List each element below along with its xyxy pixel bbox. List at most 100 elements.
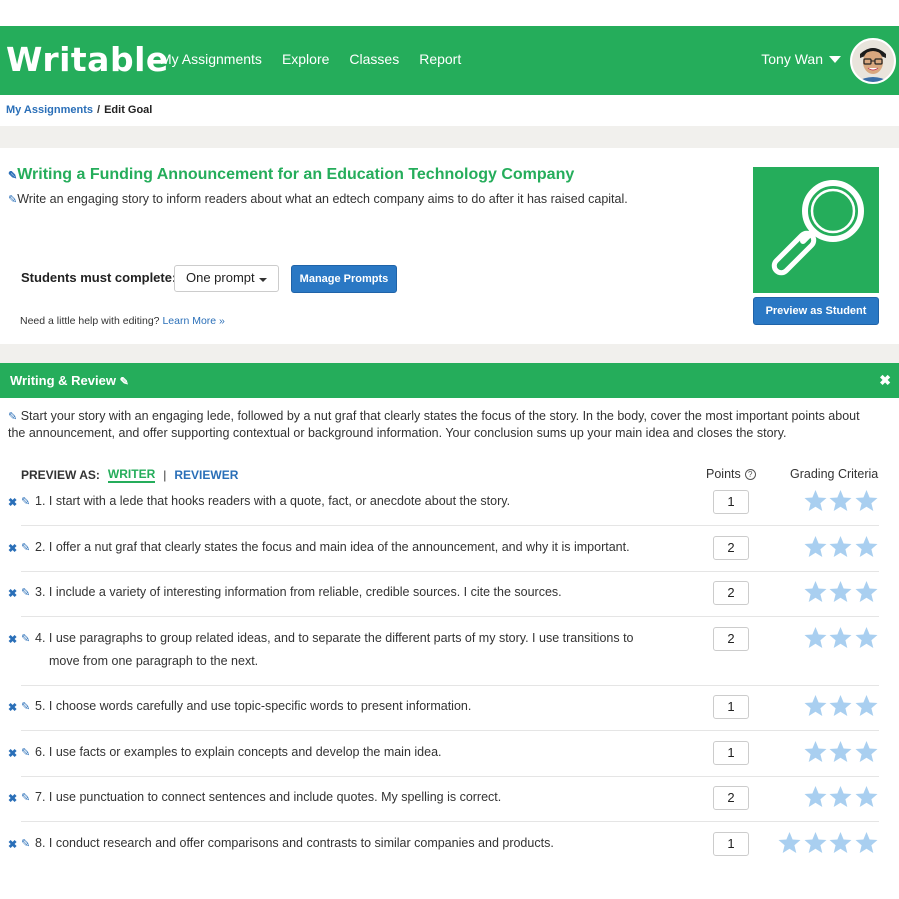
grading-stars[interactable]: [803, 694, 880, 718]
points-input[interactable]: 1: [713, 741, 749, 765]
learn-more-link[interactable]: Learn More »: [162, 315, 224, 327]
points-input[interactable]: 2: [713, 536, 749, 560]
breadcrumb-separator: /: [97, 104, 101, 116]
must-complete-label: Students must complete:: [21, 270, 177, 285]
star-icon[interactable]: [828, 785, 853, 809]
delete-icon[interactable]: ✖: [8, 542, 17, 555]
goal-title[interactable]: ✎Writing a Funding Announcement for an E…: [8, 166, 574, 184]
criterion-text: 5. I choose words carefully and use topi…: [35, 695, 665, 718]
pencil-icon[interactable]: ✎: [8, 169, 17, 182]
preview-as-student-button[interactable]: Preview as Student: [753, 297, 879, 325]
must-complete-select[interactable]: One prompt: [174, 265, 279, 292]
grading-stars[interactable]: [803, 785, 880, 809]
pencil-icon[interactable]: ✎: [21, 700, 30, 713]
criterion-text-line: 6. I use facts or examples to explain co…: [35, 745, 442, 759]
grading-stars[interactable]: [803, 535, 880, 559]
pencil-icon[interactable]: ✎: [21, 791, 30, 804]
pencil-icon[interactable]: ✎: [8, 409, 17, 425]
points-input[interactable]: 1: [713, 695, 749, 719]
delete-icon[interactable]: ✖: [8, 838, 17, 851]
nav-explore[interactable]: Explore: [282, 51, 329, 67]
grading-stars[interactable]: [803, 626, 880, 650]
criterion-text: 4. I use paragraphs to group related ide…: [35, 627, 665, 673]
avatar[interactable]: [850, 38, 896, 84]
nav-my-assignments[interactable]: My Assignments: [160, 51, 262, 67]
points-input[interactable]: 1: [713, 490, 749, 514]
star-icon[interactable]: [828, 694, 853, 718]
star-icon[interactable]: [854, 831, 879, 855]
close-icon[interactable]: ✖: [879, 372, 891, 389]
row-divider: [21, 685, 879, 686]
pencil-icon[interactable]: ✎: [21, 746, 30, 759]
criterion-text: 6. I use facts or examples to explain co…: [35, 741, 665, 764]
star-icon[interactable]: [803, 831, 828, 855]
help-circle-icon[interactable]: ?: [744, 468, 756, 480]
nav-classes[interactable]: Classes: [349, 51, 399, 67]
star-icon[interactable]: [803, 694, 828, 718]
star-icon[interactable]: [803, 535, 828, 559]
star-icon[interactable]: [777, 831, 802, 855]
pencil-icon[interactable]: ✎: [21, 837, 30, 850]
points-input[interactable]: 2: [713, 786, 749, 810]
delete-icon[interactable]: ✖: [8, 747, 17, 760]
star-icon[interactable]: [854, 489, 879, 513]
writable-logo[interactable]: Writable: [6, 40, 169, 79]
star-icon[interactable]: [854, 580, 879, 604]
main-nav: My Assignments Explore Classes Report: [160, 51, 481, 67]
grading-stars[interactable]: [803, 489, 880, 513]
pencil-icon[interactable]: ✎: [21, 495, 30, 508]
star-icon[interactable]: [803, 580, 828, 604]
delete-icon[interactable]: ✖: [8, 587, 17, 600]
goal-description[interactable]: ✎Write an engaging story to inform reade…: [8, 192, 628, 206]
star-icon[interactable]: [828, 580, 853, 604]
star-icon[interactable]: [803, 489, 828, 513]
pencil-icon[interactable]: ✎: [21, 586, 30, 599]
star-icon[interactable]: [854, 626, 879, 650]
section-divider: [0, 126, 899, 148]
points-input[interactable]: 2: [713, 627, 749, 651]
breadcrumb-my-assignments[interactable]: My Assignments: [6, 104, 93, 116]
star-icon[interactable]: [854, 535, 879, 559]
writing-review-title[interactable]: Writing & Review ✎: [10, 373, 129, 388]
grading-stars[interactable]: [803, 580, 880, 604]
row-divider: [21, 616, 879, 617]
delete-icon[interactable]: ✖: [8, 701, 17, 714]
star-icon[interactable]: [828, 740, 853, 764]
pencil-icon[interactable]: ✎: [120, 376, 129, 388]
star-icon[interactable]: [854, 785, 879, 809]
star-icon[interactable]: [828, 489, 853, 513]
nav-report[interactable]: Report: [419, 51, 461, 67]
row-divider: [21, 776, 879, 777]
points-input[interactable]: 1: [713, 832, 749, 856]
criterion-text: 2. I offer a nut graf that clearly state…: [35, 536, 665, 559]
star-icon[interactable]: [828, 626, 853, 650]
grading-stars[interactable]: [803, 740, 880, 764]
criterion-text-line: 8. I conduct research and offer comparis…: [35, 836, 554, 850]
star-icon[interactable]: [828, 535, 853, 559]
criterion-text: 3. I include a variety of interesting in…: [35, 581, 665, 604]
star-icon[interactable]: [828, 831, 853, 855]
star-icon[interactable]: [803, 785, 828, 809]
preview-reviewer-tab[interactable]: REVIEWER: [174, 468, 238, 482]
caret-down-icon: [259, 278, 267, 282]
criterion-text-line: 2. I offer a nut graf that clearly state…: [35, 540, 630, 554]
criterion-text-line: move from one paragraph to the next.: [49, 654, 259, 668]
star-icon[interactable]: [803, 740, 828, 764]
preview-writer-tab[interactable]: WRITER: [107, 467, 156, 483]
delete-icon[interactable]: ✖: [8, 496, 17, 509]
pencil-icon[interactable]: ✎: [8, 193, 17, 206]
manage-prompts-button[interactable]: Manage Prompts: [291, 265, 397, 293]
user-menu[interactable]: Tony Wan: [761, 51, 841, 67]
star-icon[interactable]: [803, 626, 828, 650]
delete-icon[interactable]: ✖: [8, 792, 17, 805]
pencil-icon[interactable]: ✎: [21, 632, 30, 645]
criterion-text-line: 1. I start with a lede that hooks reader…: [35, 494, 511, 508]
help-text: Need a little help with editing? Learn M…: [20, 315, 225, 327]
delete-icon[interactable]: ✖: [8, 633, 17, 646]
points-input[interactable]: 2: [713, 581, 749, 605]
pencil-icon[interactable]: ✎: [21, 541, 30, 554]
grading-stars[interactable]: [777, 831, 879, 855]
star-icon[interactable]: [854, 740, 879, 764]
star-icon[interactable]: [854, 694, 879, 718]
writing-review-description[interactable]: ✎ Start your story with an engaging lede…: [8, 408, 878, 441]
